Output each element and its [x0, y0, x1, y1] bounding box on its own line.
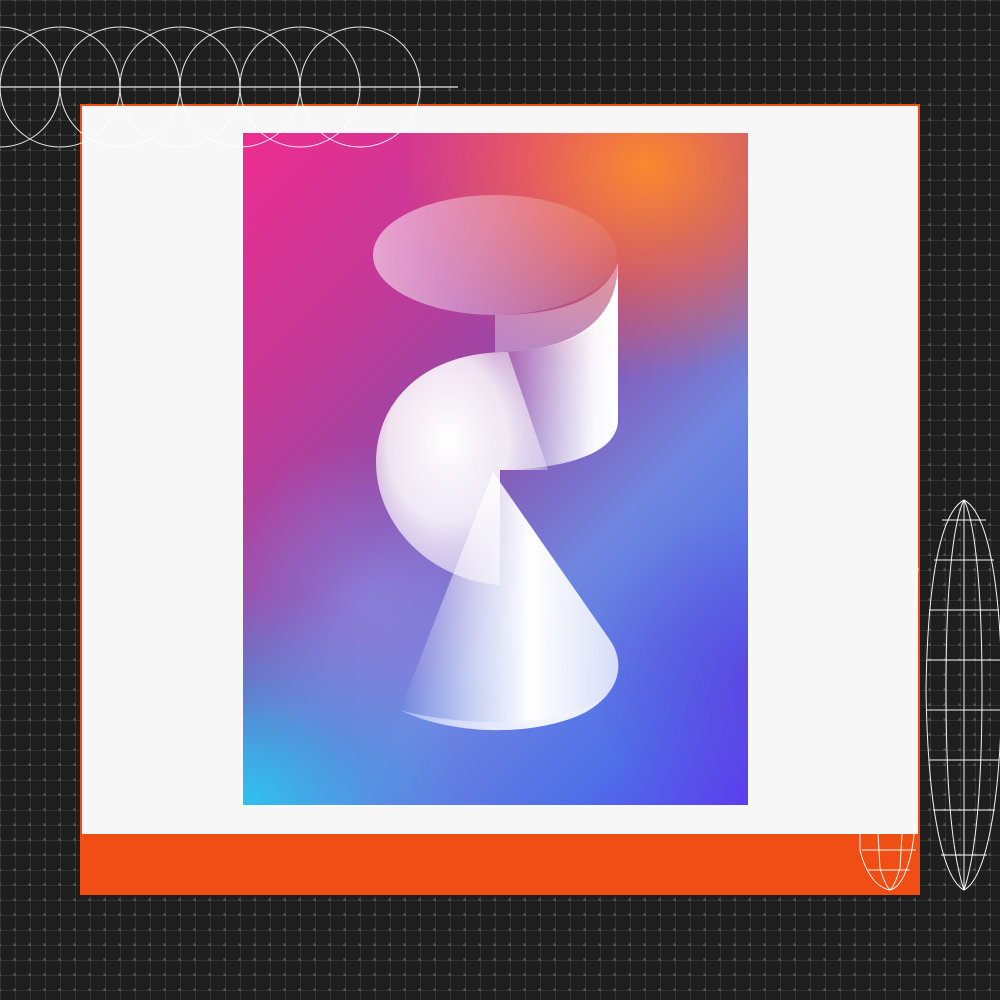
- frame-accent-band: [80, 834, 920, 895]
- canvas: [0, 0, 1000, 1000]
- poster-gradient-violet-glow: [243, 133, 748, 805]
- gradient-poster: [243, 133, 748, 805]
